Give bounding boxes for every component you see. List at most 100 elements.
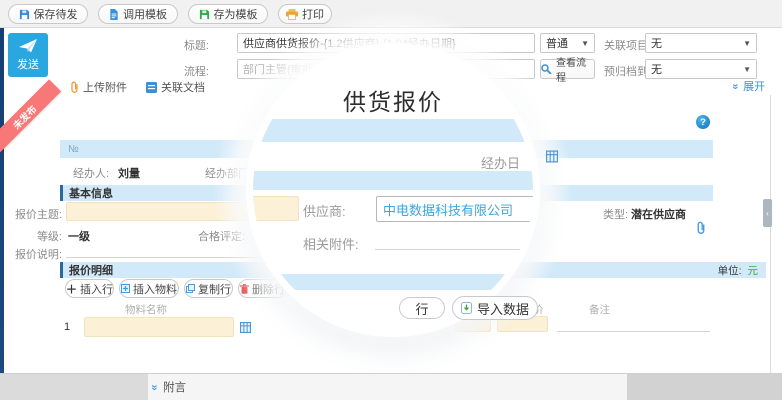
type-value: 潜在供应商 <box>631 206 686 222</box>
magnified-form-title: 供货报价 <box>253 83 533 117</box>
view-flow-icon <box>541 64 552 74</box>
handler-value: 刘量 <box>118 165 140 181</box>
supplier-picker-icon[interactable] <box>546 150 558 163</box>
print-button[interactable]: 打印 <box>278 4 332 24</box>
qualify-label: 合格评定: <box>198 228 245 244</box>
footer-right-block <box>627 374 782 400</box>
magnified-bar-1 <box>253 119 533 142</box>
panel-divider <box>770 95 771 373</box>
upload-attachment-label: 上传附件 <box>83 79 127 95</box>
footer-left-block <box>0 374 148 400</box>
title-input-value: 供应商供货报价-{1.2供应商}-{1.04经办日期} <box>243 35 456 51</box>
prearchive-value: 无 <box>651 61 662 77</box>
magnified-supplier-label: 供应商: <box>303 201 346 220</box>
view-flow-label: 查看流程 <box>556 54 594 84</box>
send-button[interactable]: 发送 <box>8 33 48 77</box>
copy-icon <box>186 284 195 293</box>
load-template-icon <box>109 9 119 20</box>
magnified-subject-input <box>253 196 299 221</box>
serial-number-label: № <box>68 144 79 155</box>
import-data-icon <box>461 302 472 314</box>
col-header-material: 物料名称 <box>60 302 232 317</box>
print-icon <box>286 9 298 20</box>
expand-icon: « <box>731 83 742 89</box>
insert-row-label: 插入行 <box>80 281 113 297</box>
related-project-label: 关联项目: <box>604 37 651 53</box>
quote-desc-label: 报价说明: <box>0 246 62 262</box>
print-label: 打印 <box>302 6 324 22</box>
chevron-down-icon: ▼ <box>743 65 751 74</box>
save-template-icon <box>199 9 210 20</box>
top-toolbar: 保存待发 调用模板 存为模板 打印 <box>0 0 782 28</box>
magnified-attachment-input <box>375 230 533 250</box>
view-flow-button[interactable]: 查看流程 <box>540 59 595 79</box>
link-doc-icon <box>146 82 157 93</box>
related-project-value: 无 <box>651 35 662 51</box>
unit-label: 单位: <box>718 263 742 278</box>
magnified-partial-label: 行 <box>415 299 428 318</box>
remark-input[interactable] <box>557 318 710 332</box>
prearchive-label: 预归档到: <box>604 63 651 79</box>
copy-row-button[interactable]: 复制行 <box>184 279 233 298</box>
magnified-partial-button[interactable]: 行 <box>399 297 445 319</box>
material-name-input[interactable] <box>84 317 234 337</box>
magnified-bar-2 <box>253 171 533 190</box>
link-document-label: 关联文档 <box>161 79 205 95</box>
magnifier-circle: 供货报价 经办日期: 供应商: 中电数据科技有限公司 相关附件: <box>253 50 533 330</box>
plus-icon: ＋ <box>66 281 77 297</box>
type-label: 类型: <box>603 206 628 222</box>
unpublished-ribbon: 未发布 <box>0 79 61 153</box>
collapse-panel-handle[interactable]: ‹ <box>763 199 772 227</box>
magnified-supplier-value: 中电数据科技有限公司 <box>383 200 513 219</box>
basic-info-title: 基本信息 <box>69 185 113 201</box>
load-template-button[interactable]: 调用模板 <box>98 4 178 24</box>
quote-desc-input[interactable] <box>66 244 266 258</box>
help-icon[interactable]: ? <box>696 115 710 129</box>
flow-label: 流程: <box>160 63 209 79</box>
link-document-link[interactable]: 关联文档 <box>146 79 205 95</box>
magnified-supplier-input[interactable]: 中电数据科技有限公司 <box>376 196 533 222</box>
attachment-icon <box>70 81 79 93</box>
trash-icon <box>240 284 249 294</box>
grade-label: 等级: <box>0 228 62 244</box>
expand-toggle[interactable]: « 展开 <box>733 78 765 94</box>
priority-select-value: 普通 <box>546 35 568 51</box>
load-template-label: 调用模板 <box>123 6 167 22</box>
postscript-label: 附言 <box>163 379 186 395</box>
save-pending-button[interactable]: 保存待发 <box>8 4 88 24</box>
send-label: 发送 <box>17 56 39 72</box>
unit-value: 元 <box>748 263 759 278</box>
insert-material-label: 插入物料 <box>133 281 177 297</box>
save-icon <box>19 9 30 20</box>
col-header-remark: 备注 <box>557 302 642 317</box>
paperclip-icon[interactable] <box>696 221 706 234</box>
grid-picker-icon[interactable] <box>240 322 251 333</box>
paper-plane-icon <box>19 39 37 53</box>
magnified-attachment-label: 相关附件: <box>303 234 359 253</box>
priority-select[interactable]: 普通 ▼ <box>540 33 595 53</box>
expand-label: 展开 <box>743 78 765 94</box>
quote-detail-title: 报价明细 <box>69 262 113 278</box>
row-index: 1 <box>64 321 70 333</box>
chevron-down-icon: ▼ <box>743 39 751 48</box>
save-template-button[interactable]: 存为模板 <box>188 4 268 24</box>
import-data-label: 导入数据 <box>477 299 529 318</box>
handler-label: 经办人: <box>73 165 109 181</box>
save-template-label: 存为模板 <box>214 6 258 22</box>
dept-label: 经办部门: <box>205 165 252 181</box>
prearchive-select[interactable]: 无 ▼ <box>645 59 757 79</box>
insert-row-button[interactable]: ＋ 插入行 <box>65 279 114 298</box>
upload-attachment-link[interactable]: 上传附件 <box>70 79 127 95</box>
copy-row-label: 复制行 <box>198 281 231 297</box>
related-project-select[interactable]: 无 ▼ <box>645 33 757 53</box>
postscript-expand-icon: « <box>150 384 161 390</box>
save-pending-label: 保存待发 <box>34 6 78 22</box>
flow-input-placeholder: 部门主管(审批) <box>243 61 316 77</box>
insert-material-button[interactable]: 插入物料 <box>119 279 179 298</box>
supplier-quote-page: 保存待发 调用模板 存为模板 打印 发送 标题: 供应商供货报价-{1.2供应商… <box>0 0 782 400</box>
postscript-toggle[interactable]: « 附言 <box>152 374 186 400</box>
title-label: 标题: <box>160 37 209 53</box>
insert-material-icon <box>121 284 130 293</box>
import-data-button[interactable]: 导入数据 <box>452 296 538 320</box>
quote-subject-label: 报价主题: <box>0 206 62 222</box>
